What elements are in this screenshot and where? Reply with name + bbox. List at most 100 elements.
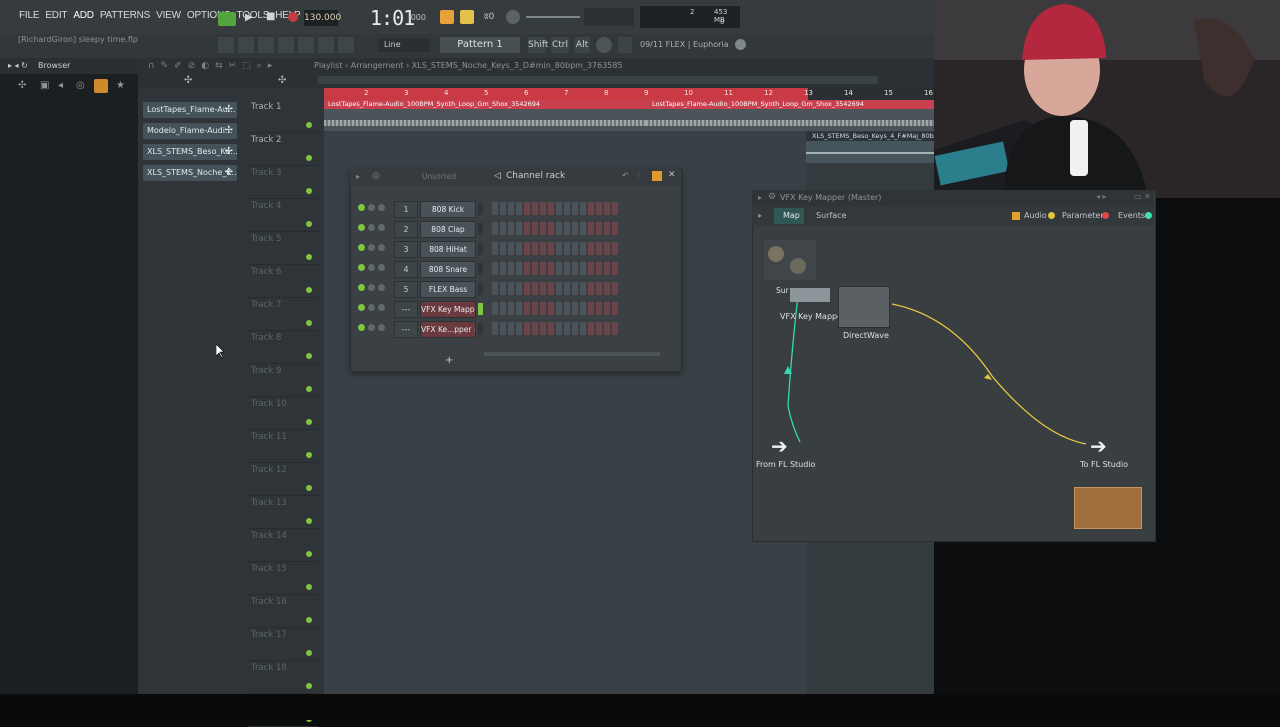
undo-icon[interactable]: ↶ (622, 171, 629, 180)
step-button[interactable] (604, 202, 610, 215)
channel-select-led[interactable] (478, 263, 483, 275)
track-enable-led[interactable] (306, 419, 312, 425)
track-enable-led[interactable] (306, 122, 312, 128)
channel-rack-arrow-icon[interactable]: ▸ (356, 172, 360, 181)
track-enable-led[interactable] (306, 485, 312, 491)
pattern-clip-source[interactable]: XLS_STEMS_Beso_Ke... ✢ (143, 144, 237, 160)
step-button[interactable] (612, 262, 618, 275)
pan-knob[interactable] (368, 204, 375, 211)
step-button[interactable] (492, 302, 498, 315)
volume-knob[interactable] (378, 244, 385, 251)
step-button[interactable] (532, 202, 538, 215)
close-icon[interactable]: ✕ (1144, 192, 1151, 201)
step-button[interactable] (524, 202, 530, 215)
step-button[interactable] (524, 222, 530, 235)
mute-led[interactable] (358, 204, 365, 211)
step-button[interactable] (508, 222, 514, 235)
step-button[interactable] (612, 222, 618, 235)
step-button[interactable] (564, 242, 570, 255)
zoom-icon[interactable]: ⌕ (257, 61, 262, 71)
track-enable-led[interactable] (306, 254, 312, 260)
loop-record-icon[interactable] (506, 10, 520, 24)
keymapper-node[interactable] (790, 288, 830, 302)
pattern-clip-source[interactable]: Modelo_Flame-Audi... ✢ (143, 123, 237, 139)
step-button[interactable] (604, 222, 610, 235)
channel-filter[interactable]: Unsorted (422, 172, 456, 181)
track-enable-led[interactable] (306, 287, 312, 293)
gear-icon[interactable]: ⚙ (768, 192, 776, 202)
pattern-clip-source[interactable]: XLS_STEMS_Noche_K... ✢ (143, 165, 237, 181)
countdown-icon[interactable]: ʬ0 (484, 12, 494, 22)
mute-led[interactable] (358, 264, 365, 271)
step-button[interactable] (572, 222, 578, 235)
step-button[interactable] (612, 302, 618, 315)
step-button[interactable] (540, 242, 546, 255)
channel-select-led[interactable] (478, 223, 483, 235)
channel-name-button[interactable]: 808 Clap (420, 221, 476, 238)
brush-icon[interactable]: ✐ (174, 61, 182, 71)
channel-select-led[interactable] (478, 203, 483, 215)
step-button[interactable] (556, 302, 562, 315)
playback-icon[interactable]: ▸ (268, 61, 273, 71)
pencil-icon[interactable]: ✎ (161, 61, 169, 71)
track-enable-led[interactable] (306, 683, 312, 689)
step-button[interactable] (540, 282, 546, 295)
step-button[interactable] (524, 262, 530, 275)
track-header[interactable]: Track 8 (248, 331, 318, 364)
track-enable-led[interactable] (306, 188, 312, 194)
step-button[interactable] (500, 302, 506, 315)
step-button[interactable] (516, 262, 522, 275)
knob-icon[interactable] (790, 258, 806, 274)
step-button[interactable] (612, 282, 618, 295)
delete-icon[interactable]: ⊘ (188, 61, 196, 71)
playlist-horizontal-scroll[interactable] (318, 76, 878, 84)
channel-row[interactable]: 2 808 Clap (354, 221, 664, 238)
track-enable-led[interactable] (306, 650, 312, 656)
tab-surface[interactable]: Surface (816, 211, 846, 220)
track-header[interactable]: Track 18 (248, 661, 318, 694)
track-enable-led[interactable] (306, 155, 312, 161)
mute-led[interactable] (358, 324, 365, 331)
step-button[interactable] (516, 302, 522, 315)
step-button[interactable] (604, 242, 610, 255)
step-button[interactable] (500, 242, 506, 255)
step-button[interactable] (492, 262, 498, 275)
volume-knob[interactable] (378, 304, 385, 311)
step-button[interactable] (508, 242, 514, 255)
step-button[interactable] (596, 222, 602, 235)
select-icon[interactable]: ⬚ (242, 61, 251, 71)
metronome-icon[interactable] (440, 10, 454, 24)
step-button[interactable] (540, 302, 546, 315)
step-button[interactable] (532, 222, 538, 235)
step-button[interactable] (508, 302, 514, 315)
step-button[interactable] (604, 262, 610, 275)
step-button[interactable] (564, 262, 570, 275)
track-header[interactable]: Track 5 (248, 232, 318, 265)
menu-add[interactable]: ADD (70, 10, 97, 21)
step-button[interactable] (492, 222, 498, 235)
magnet-icon[interactable]: ∩ (148, 61, 155, 71)
step-button[interactable] (516, 282, 522, 295)
back-icon[interactable]: ◂ (58, 80, 63, 91)
mixer-track-number[interactable]: 2 (394, 221, 418, 238)
pan-knob[interactable] (368, 324, 375, 331)
track-header[interactable]: Track 3 (248, 166, 318, 199)
step-button[interactable] (588, 242, 594, 255)
module-thumbnail[interactable] (1074, 487, 1142, 529)
step-button[interactable] (556, 242, 562, 255)
mute-led[interactable] (358, 284, 365, 291)
step-button[interactable] (572, 262, 578, 275)
audio-clip[interactable]: LostTapes_Flame-Audio_100BPM_Synth_Loop_… (646, 100, 934, 131)
step-button[interactable] (604, 322, 610, 335)
step-button[interactable] (580, 262, 586, 275)
channel-row[interactable]: 5 FLEX Bass (354, 281, 664, 298)
track-enable-led[interactable] (306, 584, 312, 590)
clip-plus-icon[interactable]: ✢ (225, 102, 233, 118)
mixer-track-number[interactable]: 4 (394, 261, 418, 278)
track-header[interactable]: Track 17 (248, 628, 318, 661)
step-button[interactable] (548, 322, 554, 335)
mute-led[interactable] (358, 224, 365, 231)
channel-row[interactable]: ---VFX Ke...pper #2 (354, 321, 664, 338)
pan-knob[interactable] (368, 224, 375, 231)
channel-name-button[interactable]: 808 HiHat (420, 241, 476, 258)
